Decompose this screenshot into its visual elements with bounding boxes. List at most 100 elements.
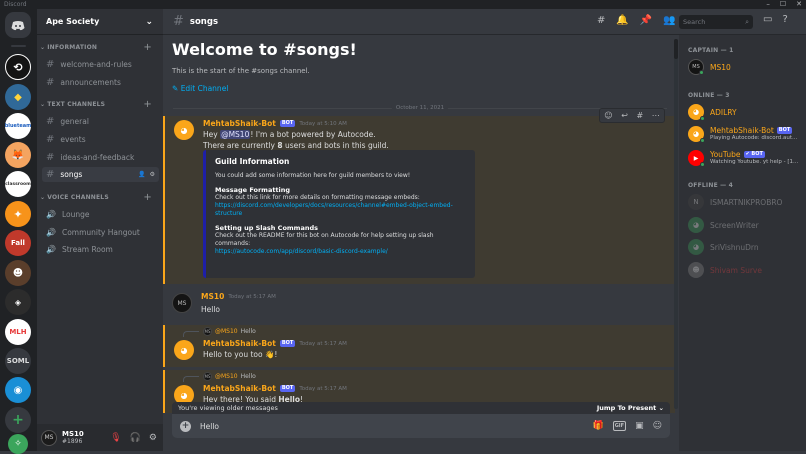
headphones-icon[interactable]: 🎧 — [130, 433, 141, 443]
emoji-icon[interactable]: ☺ — [653, 421, 662, 431]
date-divider-label: October 11, 2021 — [391, 105, 449, 111]
reply-reference[interactable]: MS @MS10 Hello — [183, 327, 256, 337]
search-input[interactable]: Search ⌕ — [679, 15, 753, 29]
member-item[interactable]: MS MS10 — [688, 59, 731, 75]
avatar[interactable]: ◕ — [174, 120, 194, 140]
sidebar-item-announcements[interactable]: # announcements — [42, 75, 159, 90]
add-channel-icon[interactable]: + — [143, 99, 152, 110]
message-author[interactable]: MS10 — [201, 292, 224, 301]
sidebar-item-songs[interactable]: # songs 👤 ⚙ — [42, 167, 159, 182]
explore-servers-icon[interactable]: ✧ — [8, 434, 28, 454]
sidebar-item-lounge[interactable]: 🔊 Lounge — [42, 207, 159, 222]
server-icon-dark[interactable]: ◈ — [5, 289, 31, 315]
minimize-icon[interactable]: – — [766, 0, 770, 9]
more-icon[interactable]: ⋯ — [652, 111, 660, 120]
reply-icon[interactable]: ↩ — [621, 111, 628, 120]
category-voice-channels[interactable]: ⌄ VOICE CHANNELS + — [40, 192, 160, 203]
sidebar-item-general[interactable]: # general — [42, 114, 159, 129]
chevron-icon: ⌄ — [40, 194, 46, 201]
speaker-icon: 🔊 — [46, 245, 56, 254]
sticker-icon[interactable]: ▣ — [635, 421, 644, 431]
jump-to-present-button[interactable]: Jump To Present ⌄ — [597, 404, 664, 412]
message-input[interactable]: + Hello 🎁 GIF ▣ ☺ — [172, 414, 670, 438]
avatar[interactable]: MS — [41, 429, 57, 446]
gift-icon[interactable]: 🎁 — [592, 421, 603, 431]
attach-plus-icon[interactable]: + — [180, 420, 191, 432]
server-icon-orange[interactable]: ✦ — [5, 201, 31, 227]
server-icon-fox[interactable]: 🦊 — [5, 142, 31, 168]
server-icon-photo[interactable]: ☻ — [5, 260, 31, 286]
scrollbar[interactable] — [674, 39, 678, 409]
category-information[interactable]: ⌄ INFORMATION + — [40, 42, 160, 53]
sidebar-item-stream-room[interactable]: 🔊 Stream Room — [42, 242, 159, 257]
member-item[interactable]: ◕ ScreenWriter — [688, 217, 759, 233]
server-icon-python[interactable]: ◆ — [5, 84, 31, 110]
member-item[interactable]: ◕ ADILRY — [688, 104, 737, 121]
maximize-icon[interactable]: ☐ — [780, 0, 786, 9]
add-channel-icon[interactable]: + — [143, 192, 152, 203]
channel-label: general — [60, 117, 89, 126]
embed-link-cont[interactable]: structure — [215, 210, 466, 218]
scrollbar-thumb[interactable] — [674, 39, 678, 59]
embed-link[interactable]: https://discord.com/developers/docs/reso… — [215, 202, 466, 210]
thread-icon[interactable]: # — [636, 111, 643, 120]
help-icon[interactable]: ? — [782, 14, 787, 25]
gear-icon[interactable]: ⚙ — [149, 433, 157, 443]
member-item[interactable]: ◕ MehtabShaik-Bot BOT Playing Autocode: d… — [688, 126, 798, 143]
hash-icon: # — [46, 169, 55, 180]
member-item[interactable]: ◕ SriVishnuDrn — [688, 239, 759, 255]
server-icon-classroom[interactable]: classroom — [5, 171, 31, 197]
discord-home-icon[interactable] — [5, 12, 31, 38]
server-icon-fall[interactable]: Fall — [5, 230, 31, 256]
add-channel-icon[interactable]: + — [143, 42, 152, 53]
member-list-icon[interactable]: 👥 — [663, 15, 675, 26]
add-reaction-icon[interactable]: ☺ — [604, 111, 612, 120]
threads-icon[interactable]: # — [597, 15, 605, 26]
bell-icon[interactable]: 🔔 — [616, 15, 628, 26]
youtube-icon: ▶ — [688, 150, 705, 167]
sidebar-item-community-hangout[interactable]: 🔊 Community Hangout — [42, 225, 159, 240]
server-icon-soml[interactable]: SOML — [5, 348, 31, 374]
server-icon-blue[interactable]: ◉ — [5, 377, 31, 403]
sidebar-item-welcome-and-rules[interactable]: # welcome-and-rules — [42, 57, 159, 72]
embed-link[interactable]: https://autocode.com/app/discord/basic-d… — [215, 248, 466, 256]
mute-mic-icon[interactable]: 🎙 — [110, 433, 121, 443]
server-icon-blueteam[interactable]: blueteam — [5, 113, 31, 139]
jump-label: Jump To Present — [596, 404, 657, 412]
avatar[interactable]: MS — [172, 293, 192, 313]
add-server-icon[interactable]: + — [5, 407, 31, 433]
member-activity: Playing Autocode: discord.aut... — [710, 135, 798, 141]
channel-label: Stream Room — [61, 245, 113, 254]
pin-icon[interactable]: 📌 — [640, 15, 652, 26]
gear-icon[interactable]: ⚙ — [150, 171, 155, 178]
close-icon[interactable]: ✕ — [796, 0, 802, 9]
channel-sidebar: Ape Society ⌄ ⌄ INFORMATION + # welcome-an… — [37, 9, 163, 424]
message-author[interactable]: MehtabShaik-Bot — [203, 119, 276, 128]
member-item[interactable]: ☻ Shivam Surve — [688, 262, 762, 278]
sidebar-item-events[interactable]: # events — [42, 132, 159, 147]
edit-channel-link[interactable]: ✎ Edit Channel — [172, 84, 357, 93]
inbox-icon[interactable]: ▭ — [763, 14, 772, 25]
message-input-value[interactable]: Hello — [200, 422, 219, 431]
reply-reference[interactable]: MS @MS10 Hello — [183, 372, 256, 382]
message-item[interactable]: MS @MS10 Hello ◕ MehtabShaik-Bot BOT Tod… — [163, 325, 675, 367]
message-item[interactable]: ☺ ↩ # ⋯ ◕ MehtabShaik-Bot BOT Today at 5… — [163, 108, 675, 284]
category-label: TEXT CHANNELS — [47, 101, 106, 108]
user-mention[interactable]: @MS10 — [220, 130, 251, 139]
message-author[interactable]: MehtabShaik-Bot — [203, 384, 276, 393]
text-segment: ! I'm a bot powered by Autocode. — [250, 130, 376, 139]
gif-button[interactable]: GIF — [612, 421, 627, 431]
message-author[interactable]: MehtabShaik-Bot — [203, 339, 276, 348]
sidebar-item-ideas-and-feedback[interactable]: # ideas-and-feedback — [42, 150, 159, 165]
server-icon-ape-society[interactable]: ⟲ — [5, 54, 31, 80]
message-item[interactable]: MS MS10 Today at 5:17 AM Hello — [163, 289, 675, 321]
reply-author: @MS10 — [215, 373, 238, 380]
category-text-channels[interactable]: ⌄ TEXT CHANNELS + — [40, 99, 160, 110]
member-item[interactable]: N ISMARTNIKPROBRO — [688, 194, 782, 210]
member-item[interactable]: ▶ YouTube ✔ BOT Watching Youtube. yt help… — [688, 150, 798, 167]
invite-icon[interactable]: 👤 — [138, 171, 145, 178]
avatar[interactable]: ◕ — [174, 340, 194, 360]
server-header[interactable]: Ape Society ⌄ — [37, 9, 163, 35]
avatar: ◕ — [688, 104, 705, 121]
server-icon-mlh[interactable]: MLH — [5, 319, 31, 345]
